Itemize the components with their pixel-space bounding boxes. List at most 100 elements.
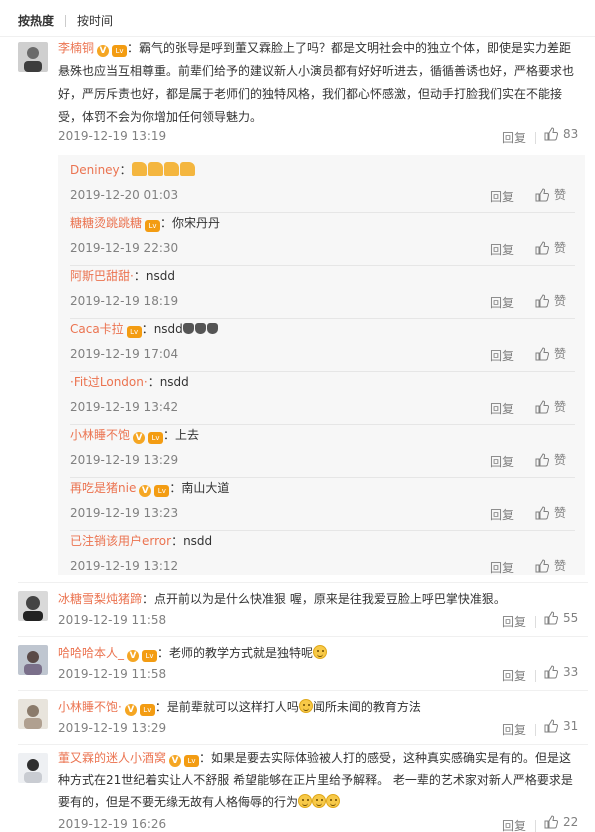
reply-button[interactable]: 回复	[502, 817, 526, 832]
verified-v-icon: V	[133, 432, 146, 444]
reply-content: nsdd	[153, 322, 183, 336]
like-button[interactable]: 赞	[535, 345, 566, 362]
like-label: 赞	[554, 294, 567, 308]
username-link[interactable]: ·Fit过London·	[70, 375, 148, 389]
username-link[interactable]: 糖糖烫跳跳糖	[70, 216, 142, 230]
sort-by-hot-tab[interactable]: 按热度	[18, 12, 54, 29]
thumbs-up-emoji-icon	[179, 162, 195, 176]
timestamp: 2019-12-19 11:58	[58, 613, 167, 627]
thumbs-up-emoji-icon	[163, 162, 179, 176]
divider	[18, 636, 588, 637]
reply-content: nsdd	[159, 375, 189, 389]
like-button[interactable]: 赞	[535, 451, 566, 468]
reply-button[interactable]: 回复	[490, 453, 514, 470]
divider	[535, 132, 536, 144]
username-link[interactable]: 再吃是猪nie	[70, 481, 136, 495]
like-button[interactable]: 33	[544, 665, 578, 679]
like-button[interactable]: 赞	[535, 504, 566, 521]
username-link[interactable]: 董又霖的迷人小酒窝	[58, 751, 166, 765]
level-badge-icon: Lv	[112, 45, 128, 57]
divider	[535, 820, 536, 832]
like-label: 赞	[554, 453, 567, 467]
reply-button[interactable]: 回复	[490, 506, 514, 523]
comment-text: 李楠铜 V Lv ：霸气的张导是呼到董又霖脸上了吗？都是文明社会中的独立个体，即使是实…	[58, 41, 575, 124]
like-count: 33	[563, 665, 579, 679]
username-link[interactable]: 哈哈哈本人_	[58, 646, 124, 660]
reply-button[interactable]: 回复	[490, 347, 514, 364]
like-button[interactable]: 赞	[535, 398, 566, 415]
like-button[interactable]: 22	[544, 815, 578, 829]
sort-bar: 按热度 按时间	[18, 12, 113, 29]
username-link[interactable]: Caca卡拉	[70, 322, 124, 336]
avatar[interactable]	[18, 591, 48, 621]
comment-content: 如果是要去实际体验被人打的感受，这种真实感确实是有的。但是这	[211, 751, 572, 765]
divider	[535, 670, 536, 682]
reply-button[interactable]: 回复	[502, 667, 526, 684]
divider	[18, 582, 588, 583]
username-link[interactable]: Deniney	[70, 163, 120, 177]
like-icon	[544, 611, 558, 625]
like-icon	[544, 127, 558, 141]
timestamp: 2019-12-19 18:19	[70, 294, 179, 308]
username-link[interactable]: 李楠铜	[58, 41, 94, 55]
username-link[interactable]: 冰糖雪梨炖猪蹄	[58, 592, 142, 606]
comment-item: 哈哈哈本人_ V Lv ：老师的教学方式就是独特呢 2019-12-19 11:58 …	[18, 645, 588, 689]
comment-text: 哈哈哈本人_ V Lv ：老师的教学方式就是独特呢	[58, 642, 580, 665]
like-button[interactable]: 31	[544, 719, 578, 733]
timestamp: 2019-12-19 22:30	[70, 241, 179, 255]
timestamp: 2019-12-19 13:29	[58, 721, 167, 735]
like-button[interactable]: 赞	[535, 557, 566, 574]
smile-emoji-icon	[313, 645, 328, 659]
reply-content: 你宋丹丹	[172, 216, 221, 230]
reply-button[interactable]: 回复	[490, 241, 514, 258]
timestamp: 2019-12-19 16:26	[58, 817, 167, 831]
username-link[interactable]: 小林睡不饱	[70, 428, 130, 442]
comment-content: 好，严厉斥责也好，都是属于老师们的独特风格，我们都心怀感激，但动手打脸我们实在不…	[58, 87, 563, 101]
timestamp: 2019-12-19 13:29	[70, 453, 179, 467]
clap-emoji-icon	[206, 323, 218, 334]
divider	[535, 724, 536, 736]
like-button[interactable]: 55	[544, 611, 578, 625]
comment-content: 种方式在21世纪着实让人不舒服 希望能够在正片里给予解释。 老一辈的艺术家对新人…	[58, 773, 573, 787]
reply-button[interactable]: 回复	[502, 721, 526, 738]
sort-by-time-tab[interactable]: 按时间	[77, 12, 113, 29]
reply-button[interactable]: 回复	[502, 613, 526, 630]
like-count: 83	[563, 127, 579, 141]
reply-button[interactable]: 回复	[490, 559, 514, 576]
like-button[interactable]: 赞	[535, 186, 566, 203]
comment-item: 小林睡不饱· V Lv ：是前辈就可以这样打人吗 闻所未闻的教育方法 2019-12-1…	[18, 699, 588, 743]
avatar[interactable]	[18, 753, 48, 783]
level-badge-icon: Lv	[184, 755, 200, 767]
like-button[interactable]: 83	[544, 127, 578, 141]
verified-v-icon: V	[127, 650, 140, 662]
level-badge-icon: Lv	[154, 485, 170, 497]
reply-button[interactable]: 回复	[490, 294, 514, 311]
comment-content: 闻所未闻的教育方法	[312, 700, 421, 714]
comment-meta: 2019-12-19 11:58 回复 33	[58, 665, 580, 685]
comment-content: 老师的教学方式就是独特呢	[169, 646, 314, 660]
like-icon	[535, 187, 549, 201]
divider	[18, 744, 588, 745]
avatar[interactable]	[18, 645, 48, 675]
username-link[interactable]: 已注销该用户error	[70, 534, 171, 548]
avatar[interactable]	[18, 42, 48, 72]
smile-emoji-icon	[298, 699, 313, 713]
comment-content: 受，体罚不会为你增加任何领导魅力。	[58, 110, 263, 124]
like-icon	[535, 293, 549, 307]
like-button[interactable]: 赞	[535, 239, 566, 256]
reply-content: 南山大道	[181, 481, 230, 495]
reply-content: 上去	[175, 428, 200, 442]
smile-emoji-icon	[312, 794, 327, 808]
username-link[interactable]: 小林睡不饱·	[58, 700, 122, 714]
avatar[interactable]	[18, 699, 48, 729]
level-badge-icon: Lv	[145, 220, 161, 232]
reply-button[interactable]: 回复	[502, 129, 526, 146]
like-icon	[535, 505, 549, 519]
timestamp: 2019-12-19 13:19	[58, 129, 167, 143]
username-link[interactable]: 阿斯巴甜甜·	[70, 269, 134, 283]
reply-button[interactable]: 回复	[490, 188, 514, 205]
reply-button[interactable]: 回复	[490, 400, 514, 417]
clap-emoji-icon	[194, 323, 206, 334]
sort-divider	[65, 14, 67, 27]
like-button[interactable]: 赞	[535, 292, 566, 309]
